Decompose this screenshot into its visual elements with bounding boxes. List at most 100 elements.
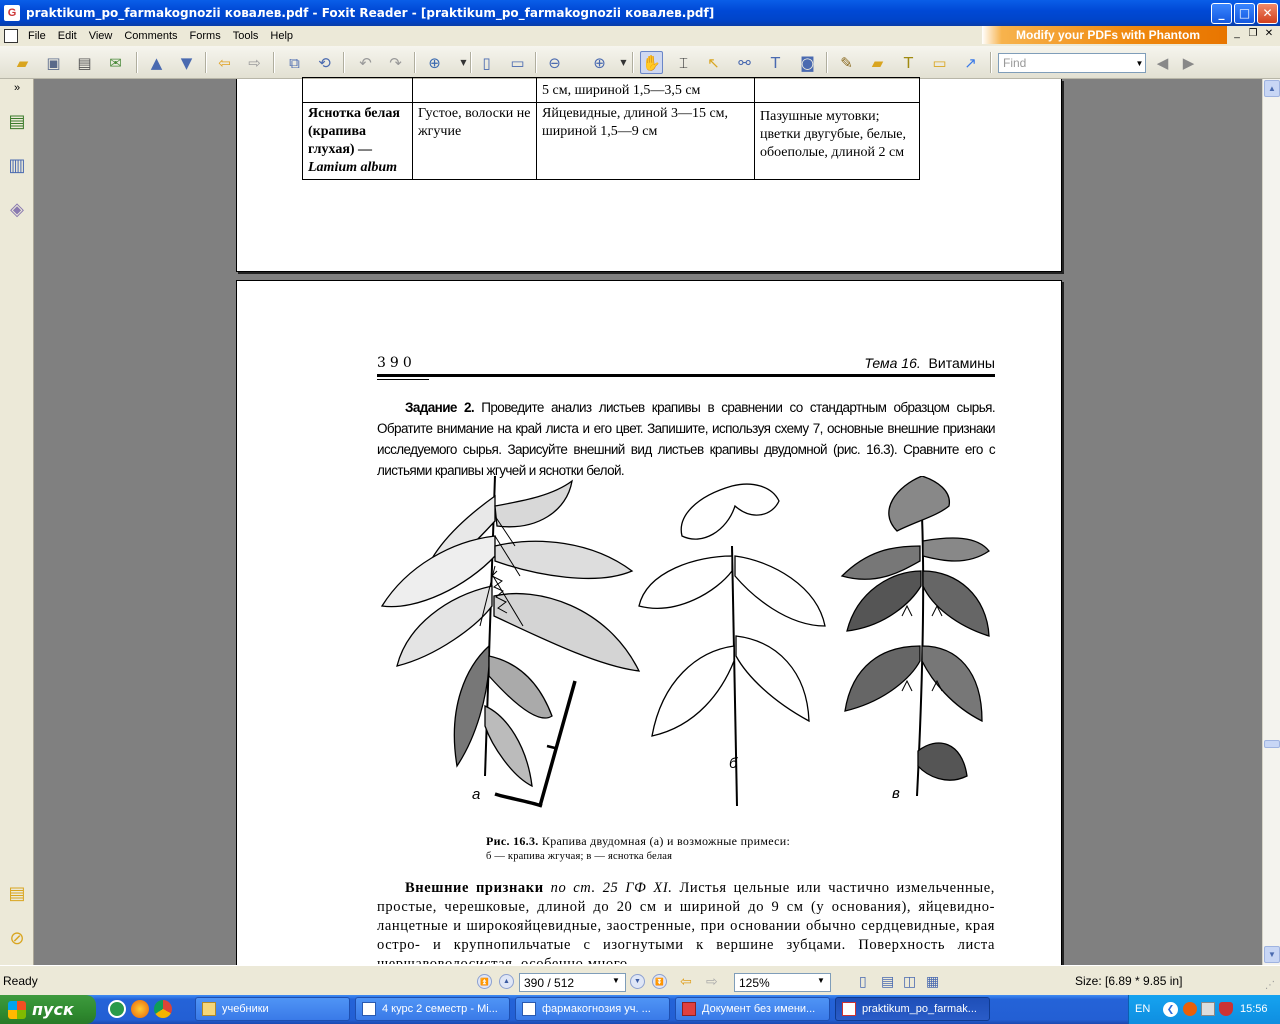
quicklaunch-icq-icon[interactable] bbox=[108, 1000, 126, 1018]
page-number-input[interactable]: 390 / 512 bbox=[519, 973, 626, 992]
hand-tool-icon[interactable]: ✋ bbox=[640, 51, 663, 74]
page-layout-icon[interactable]: ⧉ bbox=[283, 51, 306, 74]
tray-app-icon[interactable] bbox=[1183, 1002, 1197, 1016]
chrome-icon[interactable] bbox=[154, 1000, 172, 1018]
select-arrow-icon[interactable]: ↖ bbox=[702, 51, 725, 74]
binoculars-icon[interactable]: ⚯ bbox=[733, 51, 756, 74]
document-icon[interactable] bbox=[4, 29, 18, 43]
attachments-icon[interactable]: ⊘ bbox=[5, 924, 29, 952]
menu-edit[interactable]: Edit bbox=[52, 26, 83, 46]
maximize-button[interactable]: □ bbox=[1234, 2, 1255, 24]
figure-label-b: б bbox=[729, 755, 738, 772]
text-select-icon[interactable]: ⌶ bbox=[672, 51, 695, 74]
email-icon[interactable]: ✉ bbox=[104, 51, 127, 74]
note-icon[interactable]: ▭ bbox=[928, 51, 951, 74]
next-page-icon[interactable]: ▼ bbox=[175, 51, 198, 74]
pdf-page-previous: 5 см, шириной 1,5—3,5 см Яснотка белая (… bbox=[236, 77, 1062, 272]
pages-thumbnails-icon[interactable]: ▥ bbox=[5, 151, 29, 179]
mdi-close-button[interactable]: ✕ bbox=[1261, 28, 1277, 39]
zoom-in-plus-icon[interactable]: ⊕ bbox=[588, 51, 611, 74]
zoom-in-icon[interactable]: ⊕ bbox=[423, 51, 446, 74]
snapshot-icon[interactable]: ◙ bbox=[796, 51, 819, 74]
task-paragraph: Задание 2. Проведите анализ листьев крап… bbox=[377, 397, 996, 481]
expand-panel-icon[interactable]: » bbox=[5, 79, 29, 97]
scroll-down-icon[interactable]: ▼ bbox=[1264, 946, 1280, 963]
fit-width-icon[interactable]: ▭ bbox=[506, 51, 529, 74]
continuous-icon[interactable]: ▤ bbox=[881, 973, 894, 990]
taskbar-item-label: praktikum_po_farmak... bbox=[862, 1003, 977, 1015]
mdi-restore-button[interactable]: ❐ bbox=[1245, 28, 1261, 39]
taskbar-item-document[interactable]: фармакогнозия уч. ... bbox=[515, 997, 670, 1021]
foxit-app-icon[interactable]: G bbox=[4, 5, 20, 21]
facing-icon[interactable]: ◫ bbox=[903, 973, 916, 990]
back-icon[interactable]: ⇦ bbox=[213, 51, 236, 74]
save-icon[interactable]: ▣ bbox=[42, 51, 65, 74]
windows-logo-icon bbox=[8, 1000, 26, 1019]
print-icon[interactable]: ▤ bbox=[73, 51, 96, 74]
arrow-tool-icon[interactable]: ↗ bbox=[959, 51, 982, 74]
zoom-level-dropdown-icon[interactable]: ▼ bbox=[817, 976, 825, 985]
clock: 15:56 bbox=[1240, 1003, 1268, 1015]
find-previous-icon[interactable]: ◀ bbox=[1151, 51, 1174, 74]
menu-tools[interactable]: Tools bbox=[227, 26, 265, 46]
open-icon[interactable]: ▰ bbox=[11, 51, 34, 74]
fit-page-icon[interactable]: ▯ bbox=[475, 51, 498, 74]
menu-help[interactable]: Help bbox=[264, 26, 299, 46]
layers-icon[interactable]: ◈ bbox=[5, 195, 29, 223]
external-features-paragraph: Внешние признаки по ст. 25 ГФ XI. Листья… bbox=[377, 879, 995, 964]
go-back-icon[interactable]: ⇦ bbox=[680, 973, 692, 990]
taskbar-item-folder[interactable]: учебники bbox=[195, 997, 350, 1021]
rotate-icon[interactable]: ⟲ bbox=[313, 51, 336, 74]
page-size-text: Size: [6.89 * 9.85 in] bbox=[1075, 974, 1183, 988]
previous-page-icon[interactable]: ▲ bbox=[145, 51, 168, 74]
language-indicator[interactable]: EN bbox=[1135, 1003, 1150, 1015]
taskbar-item-label: учебники bbox=[222, 1003, 269, 1015]
bookmarks-icon[interactable]: ▤ bbox=[5, 107, 29, 135]
table-cell bbox=[412, 77, 537, 103]
first-page-icon[interactable]: ⏫ bbox=[477, 974, 492, 989]
phantom-promo-link[interactable]: Modify your PDFs with Phantom bbox=[982, 26, 1227, 44]
single-page-icon[interactable]: ▯ bbox=[859, 973, 867, 990]
undo-icon[interactable]: ↶ bbox=[354, 51, 377, 74]
plant-comparison-table: 5 см, шириной 1,5—3,5 см Яснотка белая (… bbox=[302, 77, 920, 180]
zoom-dropdown-icon[interactable]: ▼ bbox=[452, 51, 475, 74]
mdi-minimize-button[interactable]: _ bbox=[1229, 28, 1245, 39]
scroll-up-icon[interactable]: ▲ bbox=[1264, 80, 1280, 97]
taskbar-item-browser[interactable]: Документ без имени... bbox=[675, 997, 830, 1021]
close-button[interactable]: ✕ bbox=[1257, 2, 1278, 24]
menu-comments[interactable]: Comments bbox=[118, 26, 183, 46]
start-label: пуск bbox=[32, 1000, 74, 1019]
menu-forms[interactable]: Forms bbox=[184, 26, 227, 46]
firefox-icon[interactable] bbox=[131, 1000, 149, 1018]
scroll-thumb[interactable] bbox=[1264, 740, 1280, 748]
figure-label-c: в bbox=[892, 785, 900, 802]
menu-view[interactable]: View bbox=[83, 26, 119, 46]
comments-panel-icon[interactable]: ▤ bbox=[5, 879, 29, 907]
taskbar-item-word[interactable]: 4 курс 2 семестр - Mi... bbox=[355, 997, 510, 1021]
next-page-status-icon[interactable]: ▼ bbox=[630, 974, 645, 989]
text-box-icon[interactable]: T bbox=[897, 51, 920, 74]
redo-icon[interactable]: ↷ bbox=[384, 51, 407, 74]
typewriter-icon[interactable]: T bbox=[764, 51, 787, 74]
prev-page-status-icon[interactable]: ▲ bbox=[499, 974, 514, 989]
find-dropdown-icon[interactable]: ▼ bbox=[1134, 54, 1145, 72]
last-page-icon[interactable]: ⏬ bbox=[652, 974, 667, 989]
menu-file[interactable]: File bbox=[22, 26, 52, 46]
go-forward-icon[interactable]: ⇨ bbox=[706, 973, 718, 990]
network-icon[interactable] bbox=[1201, 1002, 1215, 1016]
highlight-icon[interactable]: ▰ bbox=[866, 51, 889, 74]
vertical-scrollbar[interactable]: ▲ ▼ bbox=[1262, 79, 1280, 965]
minimize-button[interactable]: _ bbox=[1211, 2, 1232, 24]
pencil-icon[interactable]: ✎ bbox=[835, 51, 858, 74]
forward-icon[interactable]: ⇨ bbox=[243, 51, 266, 74]
tray-expand-icon[interactable]: ❮ bbox=[1163, 1002, 1178, 1017]
resize-grip-icon[interactable]: ⋰ bbox=[1265, 980, 1275, 991]
zoom-out-icon[interactable]: ⊖ bbox=[543, 51, 566, 74]
taskbar-item-foxit[interactable]: praktikum_po_farmak... bbox=[835, 997, 990, 1021]
find-input[interactable]: Find bbox=[998, 53, 1146, 73]
antivirus-icon[interactable] bbox=[1219, 1002, 1233, 1016]
page-dropdown-icon[interactable]: ▼ bbox=[612, 976, 620, 985]
start-button[interactable]: пуск bbox=[0, 995, 96, 1024]
continuous-facing-icon[interactable]: ▦ bbox=[926, 973, 939, 990]
find-next-icon[interactable]: ▶ bbox=[1177, 51, 1200, 74]
